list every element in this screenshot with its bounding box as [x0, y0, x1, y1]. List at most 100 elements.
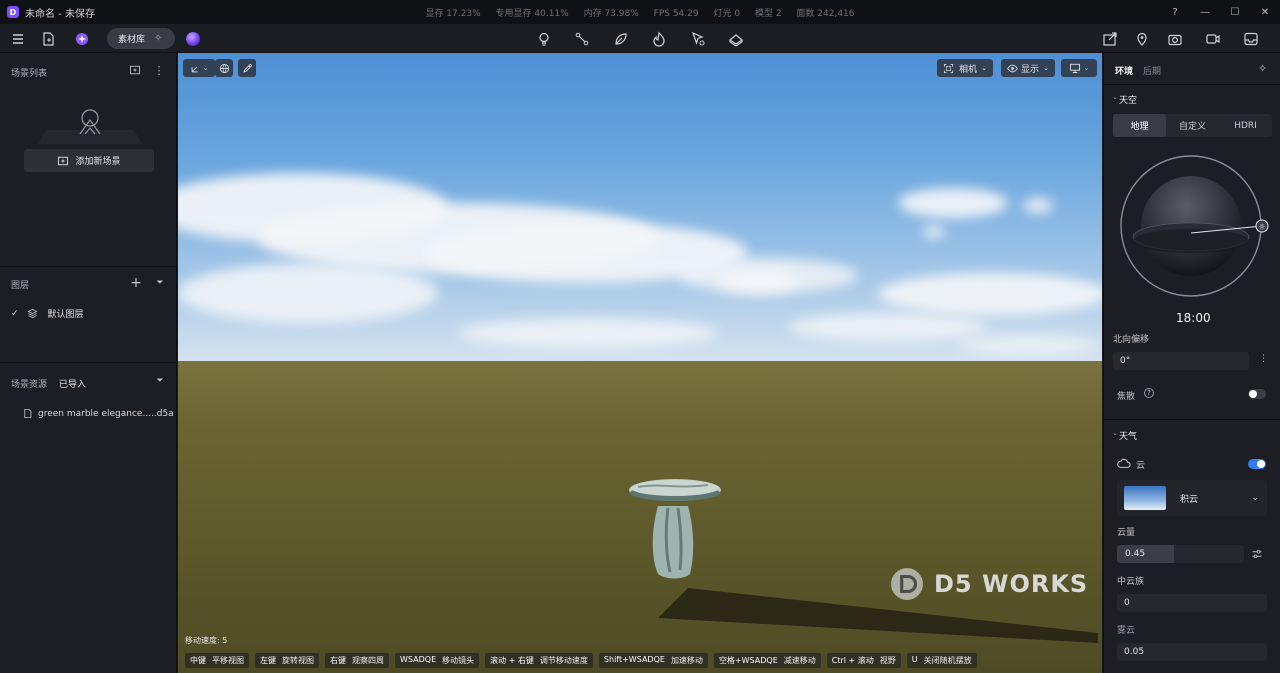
svg-text:☼: ☼: [1258, 223, 1265, 232]
chevron-down-icon: ⌄: [1083, 64, 1090, 72]
camera-menu-button[interactable]: 相机 ⌄: [937, 59, 993, 77]
inbox-icon[interactable]: [1241, 29, 1261, 49]
help-icon[interactable]: ?: [1160, 7, 1190, 18]
divider: [1104, 84, 1280, 85]
asset-item[interactable]: green marble elegance.....d5a: [22, 408, 174, 419]
tab-geo[interactable]: 地理: [1113, 114, 1166, 137]
fog-cloud-field[interactable]: 0.05: [1117, 643, 1267, 661]
view-layout-button[interactable]: ⌄: [1061, 59, 1097, 77]
sky-section-title: 天空: [1119, 96, 1138, 106]
file-doc-icon: [24, 408, 32, 419]
cloud-label: 云: [1136, 461, 1146, 471]
export-icon[interactable]: [1100, 29, 1120, 49]
add-new-scene-button[interactable]: 添加新场景: [24, 149, 154, 172]
stat-lights: 灯光 0: [713, 8, 741, 19]
watermark: D5 WORKS: [890, 567, 1088, 601]
sky: [178, 53, 1102, 361]
right-panel: 环境 后期 ✧ ⌄ 天空 地理 自定义 HDRI ☼ 18:00 北向偏移 0°…: [1103, 53, 1280, 673]
watermark-text: D5 WORKS: [934, 570, 1089, 598]
file-icon[interactable]: [38, 29, 58, 49]
tab-hdri[interactable]: HDRI: [1219, 114, 1272, 137]
video-icon[interactable]: [1203, 29, 1223, 49]
table-model[interactable]: [618, 468, 1098, 643]
more-icon[interactable]: ⋮: [1259, 354, 1268, 364]
path-tool-icon[interactable]: [572, 29, 592, 49]
axis-icon: [191, 66, 198, 72]
stat-memory: 内存 73.98%: [583, 8, 639, 19]
chevron-down-icon: ⌄: [1043, 64, 1049, 72]
north-offset-label: 北向偏移: [1113, 335, 1150, 345]
ai-sparkle-icon[interactable]: ✧: [1258, 62, 1267, 75]
ai-orb-icon[interactable]: [186, 32, 200, 46]
layer-row-default[interactable]: ✓ 默认图层: [11, 307, 84, 321]
cloud-toggle[interactable]: [1248, 459, 1266, 469]
cloud-amount-value: 0.45: [1125, 549, 1146, 559]
hint-item: Ctrl + 滚动 视野: [826, 653, 901, 668]
add-new-scene-label: 添加新场景: [75, 157, 121, 167]
assets-collapse-icon[interactable]: ⏷: [152, 373, 168, 389]
chevron-down-icon: ⌄: [1251, 493, 1259, 503]
ai-assistant-icon[interactable]: [72, 29, 92, 49]
display-label: 显示: [1021, 64, 1040, 75]
hint-item: 右键 观察四周: [325, 653, 389, 668]
maximize-button[interactable]: ☐: [1220, 7, 1250, 18]
divider: [0, 266, 177, 267]
location-icon[interactable]: [1132, 29, 1152, 49]
light-tool-icon[interactable]: [534, 29, 554, 49]
fog-cloud-label: 雾云: [1117, 626, 1136, 636]
scene-add-icon: [58, 156, 69, 165]
title-bar: D 未命名 - 未保存 显存 17.23% 专用显存 40.11% 内存 73.…: [0, 0, 1280, 24]
move-speed-label: 移动速度: 5: [185, 636, 228, 645]
tab-custom[interactable]: 自定义: [1166, 114, 1219, 137]
cloud-amount-slider[interactable]: 0.45: [1117, 545, 1244, 563]
scatter-tool-icon[interactable]: [688, 29, 708, 49]
shortcut-hints: 中键 平移视图 左键 旋转视图 右键 观察四周 WSADQE 移动镜头 滚动 + 右键调…: [185, 653, 977, 668]
sky-mode-tabs: 地理 自定义 HDRI: [1113, 114, 1272, 137]
north-offset-field[interactable]: 0°: [1113, 352, 1249, 370]
terrain-tool-icon[interactable]: [726, 29, 746, 49]
divider: [0, 362, 177, 363]
add-scene-icon[interactable]: [127, 62, 143, 78]
caustics-toggle[interactable]: [1248, 389, 1266, 399]
chevron-down-icon[interactable]: ⌄: [1112, 93, 1118, 101]
nav-mode-button[interactable]: ⌄: [183, 59, 215, 77]
hint-item: WSADQE 移动镜头: [395, 653, 480, 668]
more-icon[interactable]: ⋮: [151, 62, 167, 78]
mid-cloud-field[interactable]: 0: [1117, 594, 1267, 612]
close-button[interactable]: ✕: [1250, 7, 1280, 18]
particle-tool-icon[interactable]: [649, 29, 669, 49]
minimize-button[interactable]: —: [1190, 7, 1220, 18]
add-layer-icon[interactable]: +: [128, 275, 144, 291]
hint-item: Shift+WSADQE 加速移动: [598, 653, 708, 668]
tab-imported[interactable]: 已导入: [59, 377, 86, 390]
chevron-down-icon[interactable]: ⌄: [1112, 429, 1118, 437]
material-library-label: 素材库: [118, 35, 146, 45]
tab-environment[interactable]: 环境: [1115, 64, 1133, 77]
world-view-button[interactable]: [215, 59, 233, 77]
left-panel: 场景列表 ⋮ 添加新场景 图层 + ⏷ ✓ 默认图层 场景资源 已导入 ⏷ gr…: [0, 53, 177, 673]
picker-button[interactable]: [238, 59, 256, 77]
sun-position-dial[interactable]: ☼: [1118, 153, 1270, 301]
layers-title: 图层: [11, 281, 30, 291]
adjust-sliders-icon[interactable]: [1251, 548, 1263, 560]
d5-logo-icon: [891, 568, 923, 600]
cloud-type-thumbnail: [1124, 486, 1166, 510]
layer-stack-icon: [26, 308, 38, 319]
display-menu-button[interactable]: 显示 ⌄: [1001, 59, 1055, 77]
asset-file-name: green marble elegance.....d5a: [38, 408, 174, 419]
cloud-icon: [1117, 458, 1131, 468]
material-library-button[interactable]: 素材库 ✧: [107, 28, 175, 49]
hint-item: 滚动 + 右键 调节移动速度: [485, 653, 593, 668]
cloud-type-select[interactable]: 积云 ⌄: [1117, 480, 1267, 516]
help-circle-icon[interactable]: ?: [1144, 388, 1154, 398]
monitor-icon: [1069, 63, 1080, 73]
menu-icon[interactable]: [8, 29, 28, 49]
stat-faces: 面数 242,416: [796, 8, 855, 19]
vegetation-tool-icon[interactable]: [611, 29, 631, 49]
tab-post[interactable]: 后期: [1143, 64, 1161, 77]
layers-collapse-icon[interactable]: ⏷: [152, 275, 168, 291]
camera-capture-icon[interactable]: [1165, 29, 1185, 49]
scene-list-title: 场景列表: [11, 69, 48, 79]
mid-cloud-label: 中云族: [1117, 577, 1145, 587]
stat-models: 模型 2: [754, 8, 782, 19]
